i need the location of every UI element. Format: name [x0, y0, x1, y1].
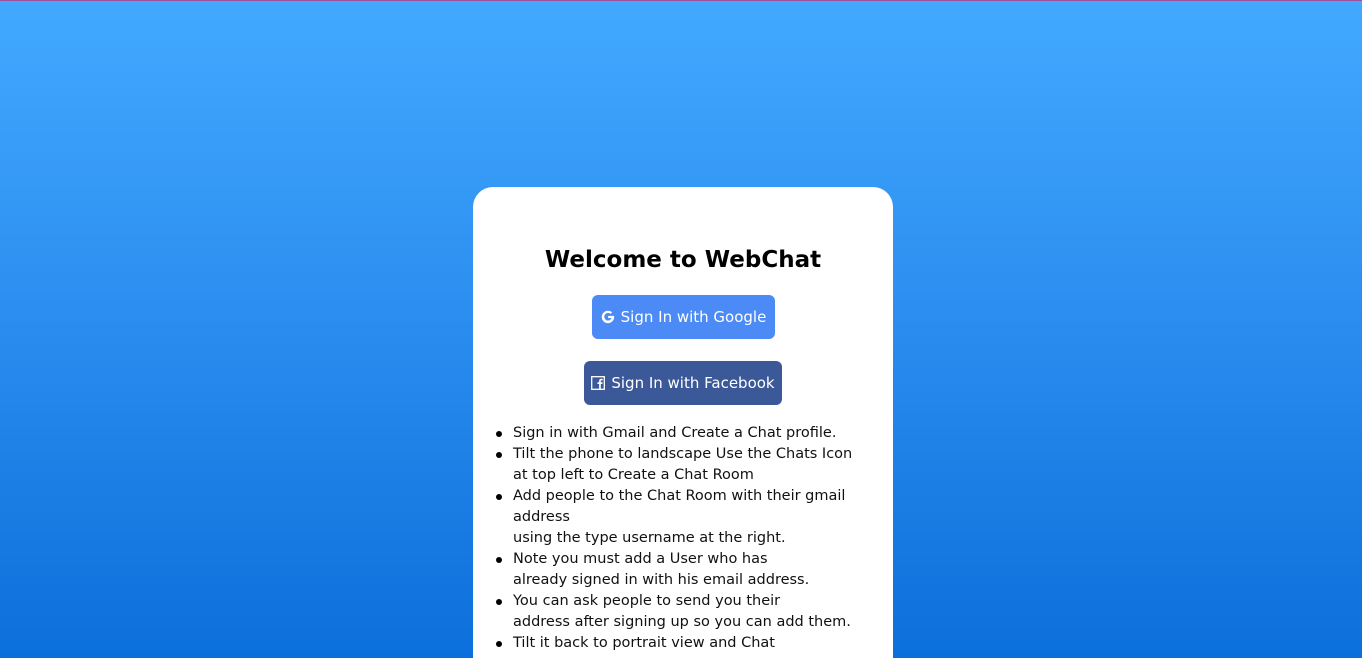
list-item: You can ask people to send you their add… [496, 591, 873, 633]
page-title: Welcome to WebChat [544, 247, 822, 273]
facebook-icon [591, 376, 606, 390]
google-icon [601, 310, 615, 324]
instructions-list: Sign in with Gmail and Create a Chat pro… [496, 423, 873, 654]
list-item: Note you must add a User who has already… [496, 549, 873, 591]
facebook-sign-in-label: Sign In with Facebook [611, 374, 775, 392]
list-item: Tilt it back to portrait view and Chat [496, 633, 873, 654]
bullet-icon [496, 452, 502, 458]
login-card: Welcome to WebChat Sign In with Google S… [473, 187, 893, 658]
google-sign-in-label: Sign In with Google [620, 308, 767, 326]
list-item: Sign in with Gmail and Create a Chat pro… [496, 423, 873, 444]
bullet-icon [496, 599, 502, 605]
bullet-icon [496, 431, 502, 437]
list-item: Tilt the phone to landscape Use the Chat… [496, 444, 873, 486]
bullet-icon [496, 557, 502, 563]
list-item: Add people to the Chat Room with their g… [496, 486, 873, 549]
bullet-icon [496, 641, 502, 647]
bullet-icon [496, 494, 502, 500]
google-sign-in-button[interactable]: Sign In with Google [592, 295, 775, 339]
facebook-sign-in-button[interactable]: Sign In with Facebook [584, 361, 782, 405]
